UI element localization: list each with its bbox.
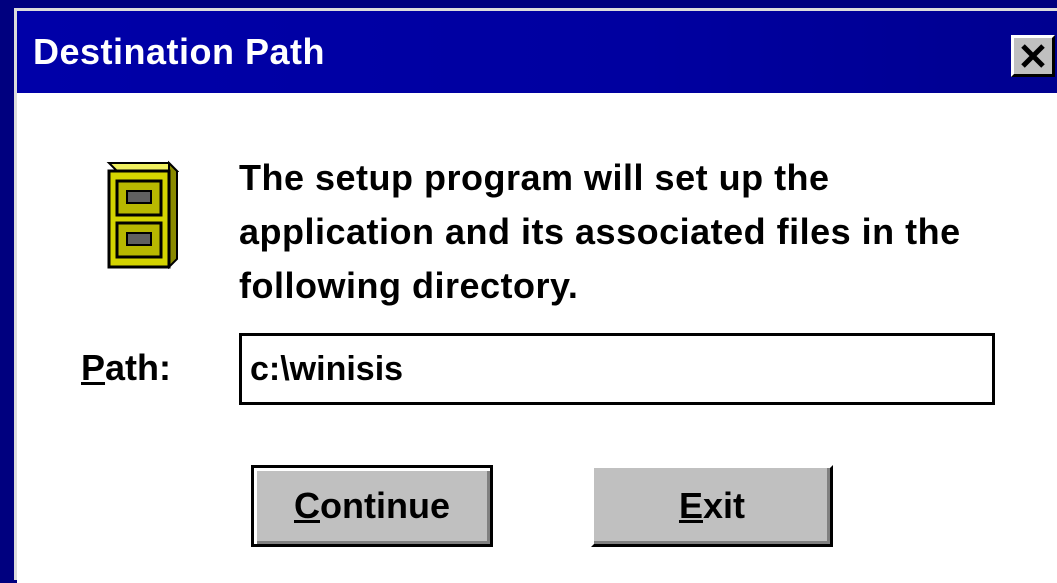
dialog-body: The setup program will set up the applic…	[17, 93, 1057, 583]
destination-path-dialog: Destination Path The setup program will …	[14, 8, 1057, 583]
path-input[interactable]	[239, 333, 995, 405]
path-label: Path:	[81, 347, 171, 389]
desktop-background: Destination Path The setup program will …	[0, 0, 1057, 583]
continue-button[interactable]: Continue	[251, 465, 493, 547]
path-label-text: ath:	[105, 347, 172, 388]
titlebar[interactable]: Destination Path	[17, 11, 1057, 93]
close-button[interactable]	[1011, 35, 1055, 77]
path-label-mnemonic: P	[81, 347, 106, 388]
exit-button[interactable]: Exit	[591, 465, 833, 547]
dialog-title: Destination Path	[33, 31, 326, 72]
setup-message: The setup program will set up the applic…	[239, 157, 961, 306]
continue-mnemonic: C	[294, 485, 320, 526]
continue-label: ontinue	[320, 485, 450, 526]
exit-mnemonic: E	[678, 485, 703, 526]
close-icon	[1021, 44, 1045, 68]
file-cabinet-icon	[106, 160, 179, 269]
exit-label: xit	[703, 485, 746, 526]
